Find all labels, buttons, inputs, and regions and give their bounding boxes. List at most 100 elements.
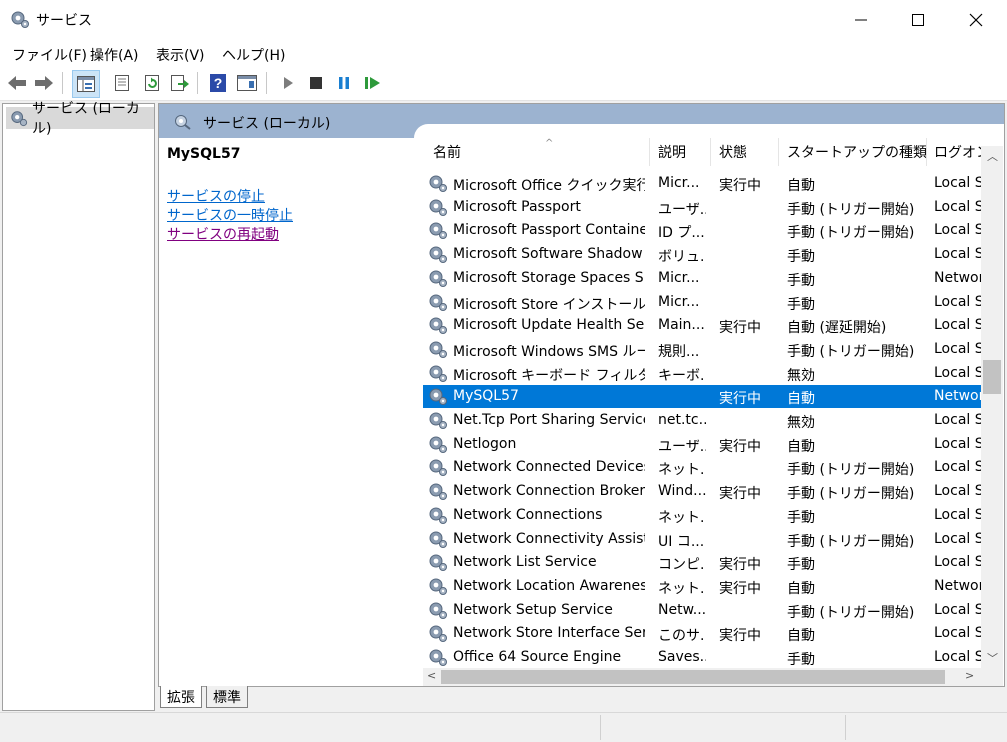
service-logon: Local S... bbox=[934, 459, 981, 476]
table-row[interactable]: Net.Tcp Port Sharing Service net.tc... 無効 L… bbox=[423, 409, 981, 432]
table-row[interactable]: Office 64 Source Engine Saves... 手動 Local S… bbox=[423, 646, 981, 669]
toolbar: ? bbox=[0, 66, 1007, 101]
table-row[interactable]: Network List Service コンピ... 実行中 手動 Local S..… bbox=[423, 551, 981, 574]
tree-item-services-local[interactable]: サービス (ローカル) bbox=[6, 101, 154, 137]
console-tree-button[interactable] bbox=[72, 70, 100, 98]
toolbar-separator bbox=[62, 72, 63, 94]
service-startup-type: 手動 bbox=[787, 296, 815, 313]
vertical-scroll-thumb[interactable] bbox=[983, 360, 1001, 394]
tree-item-label: サービス (ローカル) bbox=[32, 101, 140, 137]
service-startup-type: 手動 (トリガー開始) bbox=[787, 533, 915, 550]
export-list-button[interactable] bbox=[169, 72, 191, 94]
start-service-button[interactable] bbox=[277, 72, 299, 94]
table-row[interactable]: Microsoft Passport ユーザ... 手動 (トリガー開始) Local… bbox=[423, 196, 981, 219]
service-name: Microsoft Software Shadow ... bbox=[453, 246, 645, 263]
console-tree-icon bbox=[77, 76, 95, 92]
table-row[interactable]: Network Connectivity Assist... UI コ... 手動 … bbox=[423, 528, 981, 551]
forward-button[interactable] bbox=[33, 72, 55, 94]
table-row[interactable]: Microsoft Update Health Ser... Main... 実行中… bbox=[423, 314, 981, 337]
column-header-status[interactable]: 状態 bbox=[719, 142, 747, 166]
table-row[interactable]: Network Connection Broker Wind... 実行中 手動 (ト… bbox=[423, 480, 981, 503]
toolbar-separator bbox=[266, 72, 267, 94]
table-row[interactable]: Microsoft Windows SMS ルー... 規則... 手動 (トリガー… bbox=[423, 338, 981, 361]
pause-service-button[interactable] bbox=[333, 72, 355, 94]
svg-text:?: ? bbox=[214, 75, 223, 91]
status-bar bbox=[0, 712, 1007, 742]
table-row[interactable]: Microsoft Passport Container ID プ... 手動 (ト… bbox=[423, 219, 981, 242]
gear-icon bbox=[11, 111, 28, 127]
menu-file[interactable]: ファイル(F) bbox=[12, 45, 87, 65]
service-name: Microsoft Passport Container bbox=[453, 222, 645, 239]
service-logon: Networ bbox=[934, 388, 981, 405]
service-logon: Local S... bbox=[934, 412, 981, 428]
back-button[interactable] bbox=[6, 72, 28, 94]
service-gear-icon bbox=[429, 554, 447, 572]
service-logon: Local S... bbox=[934, 483, 981, 500]
service-name: Network Setup Service bbox=[453, 601, 613, 618]
properties-button[interactable] bbox=[111, 72, 133, 94]
service-status: 実行中 bbox=[719, 557, 761, 574]
horizontal-scroll-thumb[interactable] bbox=[441, 670, 945, 684]
menu-view[interactable]: 表示(V) bbox=[156, 45, 205, 65]
table-row[interactable]: Microsoft Storage Spaces S... Micr... 手動 Ne… bbox=[423, 267, 981, 290]
service-status: 実行中 bbox=[719, 486, 761, 503]
restart-service-button[interactable] bbox=[362, 72, 384, 94]
menu-action[interactable]: 操作(A) bbox=[90, 45, 139, 65]
scroll-left-icon[interactable]: < bbox=[427, 669, 436, 682]
refresh-button[interactable] bbox=[141, 72, 163, 94]
selected-service-name: MySQL57 bbox=[167, 146, 241, 162]
table-row[interactable]: Network Setup Service Netw... 手動 (トリガー開始) L… bbox=[423, 599, 981, 622]
column-header-name[interactable]: ^ 名前 bbox=[433, 138, 553, 166]
service-gear-icon bbox=[429, 649, 447, 666]
menu-help[interactable]: ヘルプ(H) bbox=[222, 45, 285, 65]
service-startup-type: 無効 bbox=[787, 367, 815, 384]
service-gear-icon bbox=[429, 175, 447, 192]
service-name: Net.Tcp Port Sharing Service bbox=[453, 412, 645, 428]
table-row[interactable]: Network Location Awareness ネット... 実行中 自動 Net… bbox=[423, 575, 981, 598]
window-title: サービス bbox=[36, 13, 92, 29]
table-row[interactable]: Microsoft Software Shadow ... ボリュ... 手動 Loc… bbox=[423, 243, 981, 266]
restart-service-link[interactable]: サービスの再起動 bbox=[167, 224, 279, 244]
scroll-down-icon[interactable]: ﹀ bbox=[987, 650, 998, 666]
stop-service-link[interactable]: サービスの停止 bbox=[167, 186, 265, 206]
service-startup-type: 自動 bbox=[787, 438, 815, 455]
table-row[interactable]: Network Connections ネット... 手動 Local S... bbox=[423, 504, 981, 527]
service-description: Main... bbox=[658, 317, 705, 334]
close-button[interactable] bbox=[947, 0, 1005, 40]
service-name: Microsoft Storage Spaces S... bbox=[453, 269, 645, 286]
service-gear-icon bbox=[429, 341, 447, 358]
service-gear-icon bbox=[429, 317, 447, 335]
scrollbar-corner bbox=[981, 668, 1003, 686]
stop-service-button[interactable] bbox=[305, 72, 327, 94]
pause-service-link[interactable]: サービスの一時停止 bbox=[167, 205, 293, 225]
help-button[interactable]: ? bbox=[207, 72, 229, 94]
service-description: Wind... bbox=[658, 483, 706, 500]
minimize-button[interactable] bbox=[832, 0, 890, 40]
table-row[interactable]: Microsoft キーボード フィルターキーボ... 無効 Local S... bbox=[423, 362, 981, 385]
service-startup-type: 手動 (トリガー開始) bbox=[787, 604, 915, 621]
tab-standard[interactable]: 標準 bbox=[206, 686, 248, 708]
table-row[interactable]: Microsoft Office クイック実行... Micr... 実行中 自動 Lo… bbox=[423, 172, 981, 195]
vertical-scrollbar[interactable]: ︿ ﹀ bbox=[981, 146, 1003, 668]
table-row[interactable]: Netlogon ユーザ... 実行中 自動 Local S... bbox=[423, 433, 981, 456]
table-row[interactable]: MySQL57 実行中 自動 Networ bbox=[423, 385, 981, 409]
service-name: Network Connectivity Assist... bbox=[453, 530, 645, 547]
tab-extended[interactable]: 拡張 bbox=[160, 686, 202, 708]
service-description: ネット... bbox=[658, 509, 706, 526]
scroll-right-icon[interactable]: > bbox=[965, 669, 974, 682]
column-header-startup-type[interactable]: スタートアップの種類 bbox=[787, 142, 927, 166]
scroll-up-icon[interactable]: ︿ bbox=[987, 148, 998, 164]
column-header-logon[interactable]: ログオン bbox=[934, 142, 981, 166]
column-header-description[interactable]: 説明 bbox=[658, 142, 686, 166]
maximize-button[interactable] bbox=[889, 0, 947, 40]
table-row[interactable]: Network Connected Devices ... ネット... 手動 (ト… bbox=[423, 456, 981, 479]
horizontal-scrollbar[interactable]: < > bbox=[423, 668, 981, 686]
title-bar: サービス bbox=[0, 0, 1007, 40]
table-row[interactable]: Network Store Interface Serv... このサ... 実行中… bbox=[423, 622, 981, 645]
table-row[interactable]: Microsoft Store インストール サ... Micr... 手動 Loca… bbox=[423, 291, 981, 314]
service-name: Microsoft Windows SMS ルー... bbox=[453, 343, 645, 360]
service-startup-type: 手動 bbox=[787, 249, 815, 266]
service-gear-icon bbox=[429, 459, 447, 477]
service-status: 実行中 bbox=[719, 178, 761, 194]
view-button[interactable] bbox=[236, 72, 258, 94]
